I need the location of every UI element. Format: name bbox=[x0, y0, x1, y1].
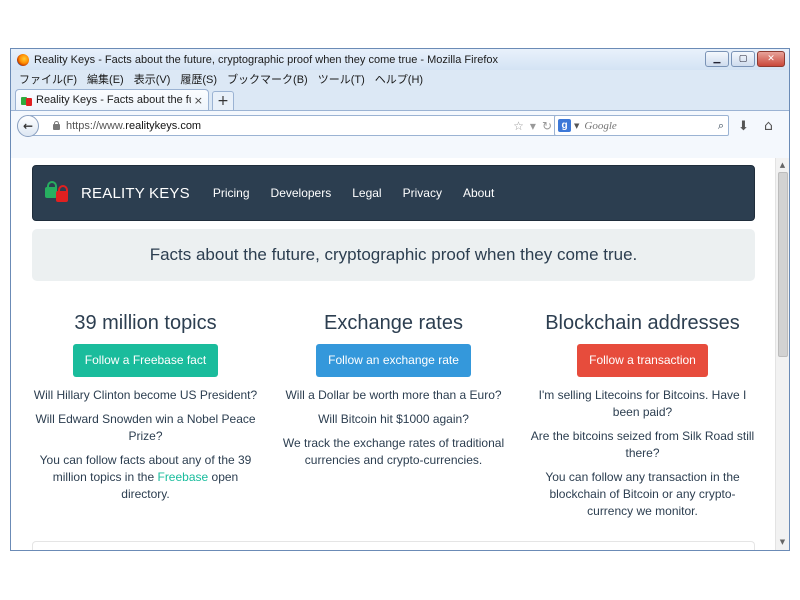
history-dropdown-icon[interactable]: ▾ bbox=[530, 119, 536, 133]
hero-banner: Facts about the future, cryptographic pr… bbox=[32, 229, 755, 281]
download-icon[interactable]: ⬇ bbox=[738, 119, 749, 134]
page-content: REALITY KEYS Pricing Developers Legal Pr… bbox=[11, 158, 789, 550]
scroll-down-icon[interactable]: ▼ bbox=[776, 536, 789, 549]
google-icon[interactable]: g bbox=[558, 119, 571, 132]
column-freebase: 39 million topics Follow a Freebase fact… bbox=[28, 310, 263, 510]
search-bar[interactable]: g ▼ ⌕ bbox=[554, 115, 729, 136]
site-navbar: REALITY KEYS Pricing Developers Legal Pr… bbox=[32, 165, 755, 221]
follow-freebase-button[interactable]: Follow a Freebase fact bbox=[72, 344, 219, 377]
url-actions: ☆ ▾ ↻ bbox=[513, 119, 552, 133]
bookmark-star-icon[interactable]: ☆ bbox=[513, 119, 524, 133]
nav-privacy[interactable]: Privacy bbox=[403, 186, 442, 200]
reality-keys-logo-icon[interactable] bbox=[45, 181, 71, 205]
example-question: Will Bitcoin hit $1000 again? bbox=[318, 412, 469, 426]
menu-help[interactable]: ヘルプ(H) bbox=[375, 71, 423, 87]
nav-legal[interactable]: Legal bbox=[352, 186, 381, 200]
maximize-button[interactable]: ▢ bbox=[731, 51, 755, 67]
hero-tagline: Facts about the future, cryptographic pr… bbox=[149, 245, 638, 264]
new-tab-button[interactable]: + bbox=[212, 91, 234, 110]
tab-bar: Reality Keys - Facts about the futur... … bbox=[11, 88, 789, 110]
window-controls: ▁ ▢ ✕ bbox=[705, 51, 785, 67]
column-title: Exchange rates bbox=[324, 312, 463, 334]
menu-history[interactable]: 履歴(S) bbox=[180, 71, 217, 87]
url-scheme: https://www. bbox=[66, 119, 126, 132]
example-question: I'm selling Litecoins for Bitcoins. Have… bbox=[538, 388, 747, 419]
lock-icon bbox=[52, 121, 61, 130]
navigation-toolbar: https://www.realitykeys.com ☆ ▾ ↻ ← g ▼ … bbox=[11, 110, 789, 140]
browser-window: Reality Keys - Facts about the future, c… bbox=[10, 48, 790, 551]
example-question: Will Hillary Clinton become US President… bbox=[33, 388, 258, 402]
column-title: Blockchain addresses bbox=[545, 312, 740, 334]
example-question: Will Edward Snowden win a Nobel Peace Pr… bbox=[35, 412, 256, 443]
column-blockchain: Blockchain addresses Follow a transactio… bbox=[525, 310, 760, 527]
next-section-edge bbox=[32, 541, 755, 550]
url-bar[interactable]: https://www.realitykeys.com ☆ ▾ ↻ bbox=[29, 115, 559, 136]
scroll-up-icon[interactable]: ▲ bbox=[776, 159, 789, 172]
minimize-button[interactable]: ▁ bbox=[705, 51, 729, 67]
freebase-link[interactable]: Freebase bbox=[157, 470, 208, 484]
follow-transaction-button[interactable]: Follow a transaction bbox=[577, 344, 708, 377]
tab-label: Reality Keys - Facts about the futur... bbox=[36, 94, 191, 106]
vertical-scrollbar[interactable]: ▲ ▼ bbox=[775, 158, 789, 550]
reality-keys-favicon bbox=[21, 95, 32, 106]
firefox-icon bbox=[17, 53, 29, 66]
reload-icon[interactable]: ↻ bbox=[542, 119, 552, 133]
menu-file[interactable]: ファイル(F) bbox=[19, 71, 77, 87]
search-icon[interactable]: ⌕ bbox=[718, 119, 724, 133]
nav-pricing[interactable]: Pricing bbox=[213, 186, 250, 200]
tab-close-icon[interactable]: × bbox=[194, 94, 203, 107]
menu-edit[interactable]: 編集(E) bbox=[87, 71, 124, 87]
follow-exchange-rate-button[interactable]: Follow an exchange rate bbox=[316, 344, 471, 377]
home-icon[interactable]: ⌂ bbox=[764, 118, 773, 134]
nav-developers[interactable]: Developers bbox=[271, 186, 332, 200]
scroll-thumb[interactable] bbox=[778, 172, 788, 357]
column-description: We track the exchange rates of tradition… bbox=[282, 436, 505, 467]
example-question: Will a Dollar be worth more than a Euro? bbox=[285, 388, 502, 402]
column-exchange-rates: Exchange rates Follow an exchange rate W… bbox=[276, 310, 511, 476]
nav-about[interactable]: About bbox=[463, 186, 494, 200]
close-button[interactable]: ✕ bbox=[757, 51, 785, 67]
column-title: 39 million topics bbox=[74, 312, 217, 334]
window-title: Reality Keys - Facts about the future, c… bbox=[34, 53, 499, 66]
url-host: realitykeys.com bbox=[125, 119, 202, 132]
search-input[interactable] bbox=[584, 119, 718, 132]
menu-view[interactable]: 表示(V) bbox=[134, 71, 171, 87]
menu-bar: ファイル(F) 編集(E) 表示(V) 履歴(S) ブックマーク(B) ツール(… bbox=[11, 70, 789, 88]
column-description: You can follow facts about any of the 39… bbox=[39, 453, 252, 501]
search-engine-dropdown-icon[interactable]: ▼ bbox=[574, 122, 579, 130]
title-bar: Reality Keys - Facts about the future, c… bbox=[11, 49, 789, 70]
tab-reality-keys[interactable]: Reality Keys - Facts about the futur... … bbox=[15, 89, 209, 110]
menu-bookmarks[interactable]: ブックマーク(B) bbox=[227, 71, 308, 87]
menu-tools[interactable]: ツール(T) bbox=[318, 71, 365, 87]
back-button[interactable]: ← bbox=[17, 114, 39, 137]
bookmarks-toolbar bbox=[11, 140, 789, 160]
brand-link[interactable]: REALITY KEYS bbox=[81, 185, 190, 202]
url-text[interactable]: https://www.realitykeys.com bbox=[66, 120, 513, 132]
example-question: Are the bitcoins seized from Silk Road s… bbox=[530, 429, 755, 460]
column-description: You can follow any transaction in the bl… bbox=[545, 470, 740, 518]
